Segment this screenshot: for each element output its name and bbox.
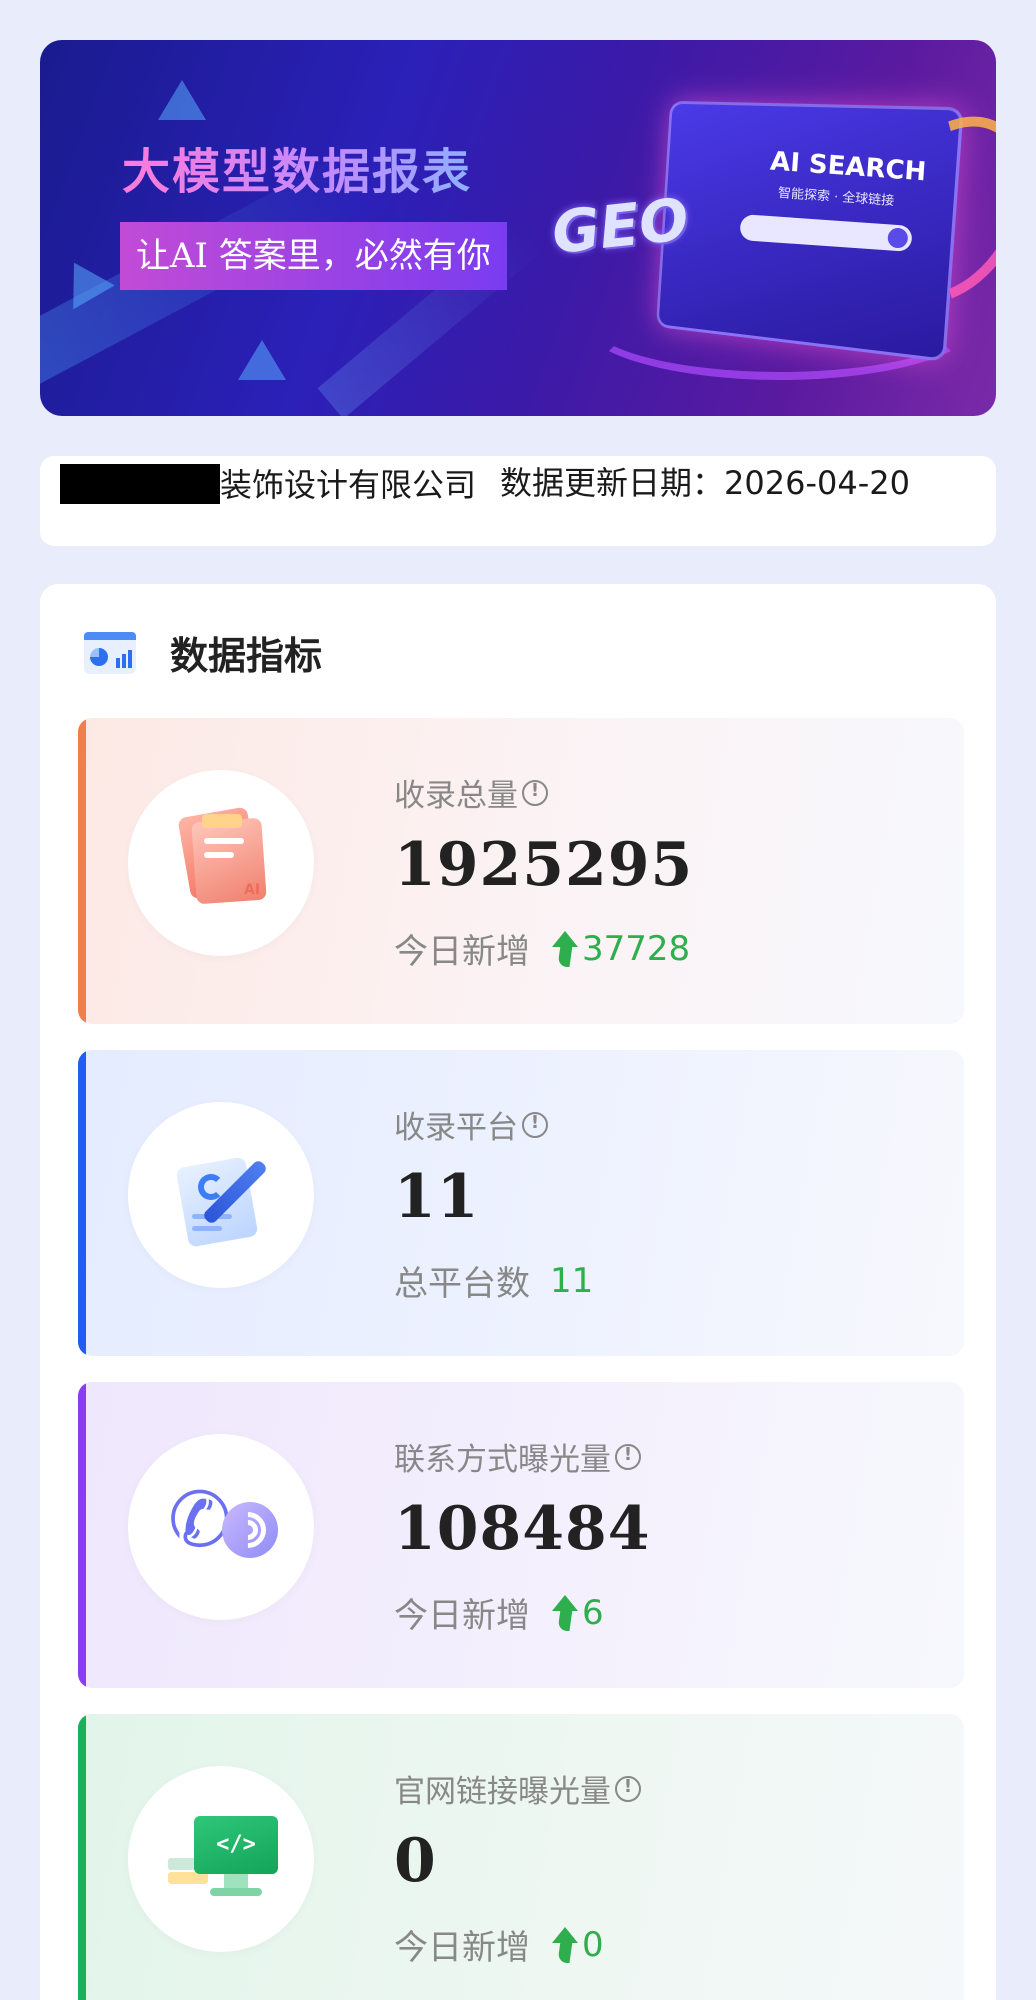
metric-label-text: 收录总量 — [394, 778, 518, 814]
info-icon[interactable] — [522, 1111, 548, 1138]
update-date-value: 2026-04-20 — [724, 464, 910, 502]
metric-value: 0 — [394, 1826, 437, 1896]
metric-label: 官网链接曝光量 — [394, 1766, 641, 1811]
metric-sub-value-text: 0 — [582, 1924, 604, 1965]
company-name-text: 装饰设计有限公司 — [220, 466, 477, 504]
banner-triangle — [238, 340, 286, 380]
metric-sub-value: 37728 — [550, 929, 690, 969]
metric-sub-label: 今日新增 — [394, 1928, 530, 1968]
accent-bar — [78, 1714, 86, 2000]
metric-sub-value-text: 37728 — [582, 928, 691, 969]
metric-sub: 今日新增 0 — [394, 1920, 604, 1969]
ai-document-icon: AI — [164, 806, 274, 912]
banner-triangle — [158, 80, 206, 120]
metric-indexed-total[interactable]: AI 收录总量 1925295 今日新增 37728 — [78, 718, 964, 1024]
metric-sub: 今日新增 6 — [394, 1588, 604, 1637]
metric-website-exposure[interactable]: </> 官网链接曝光量 0 今日新增 0 — [78, 1714, 964, 2000]
geo-badge: GEO — [548, 185, 692, 267]
metric-sub-value-text: 6 — [582, 1592, 604, 1633]
metric-indexed-platforms[interactable]: 收录平台 11 总平台数 11 — [78, 1050, 964, 1356]
hero-banner: AI SEARCH 智能探索 · 全球链接 GEO 大模型数据报表 让AI 答案… — [40, 40, 996, 416]
metrics-title: 数据指标 — [170, 633, 323, 678]
code-monitor-icon: </> — [164, 1816, 284, 1916]
metric-label: 收录平台 — [394, 1102, 548, 1147]
metric-sub-value: 11 — [550, 1261, 593, 1301]
accent-bar — [78, 1050, 86, 1356]
arrow-up-icon — [550, 1594, 580, 1631]
banner-title: 大模型数据报表 — [122, 132, 472, 202]
phone-icon: ✆ — [164, 1482, 284, 1582]
metric-label-text: 收录平台 — [394, 1110, 518, 1146]
metric-contact-exposure[interactable]: ✆ 联系方式曝光量 108484 今日新增 6 — [78, 1382, 964, 1688]
metric-label-text: 官网链接曝光量 — [394, 1774, 611, 1810]
metrics-header: 数据指标 — [82, 624, 322, 680]
metric-icon-circle: </> — [128, 1766, 314, 1952]
metrics-card: 数据指标 AI 收录总量 1925295 今日新增 37728 — [40, 584, 996, 2000]
update-date: 数据更新日期：2026-04-20 — [500, 464, 920, 502]
metric-sub-value: 0 — [550, 1925, 604, 1965]
metric-value: 11 — [394, 1162, 480, 1232]
accent-bar — [78, 1382, 86, 1688]
info-icon[interactable] — [615, 1443, 641, 1470]
metric-icon-circle: ✆ — [128, 1434, 314, 1620]
metric-label: 联系方式曝光量 — [394, 1434, 641, 1479]
metric-sub-value: 6 — [550, 1593, 604, 1633]
search-icon — [887, 227, 909, 249]
info-icon[interactable] — [522, 779, 548, 806]
company-info-card: 装饰设计有限公司 数据更新日期：2026-04-20 — [40, 456, 996, 546]
metric-value: 1925295 — [394, 830, 694, 900]
metric-label-text: 联系方式曝光量 — [394, 1442, 611, 1478]
metric-sub-label: 总平台数 — [394, 1264, 530, 1304]
metric-icon-circle — [128, 1102, 314, 1288]
company-name: 装饰设计有限公司 — [60, 464, 524, 504]
metric-value: 108484 — [394, 1494, 651, 1564]
chart-icon — [82, 628, 138, 676]
metric-label: 收录总量 — [394, 770, 548, 815]
metric-sub: 今日新增 37728 — [394, 924, 690, 973]
info-icon[interactable] — [615, 1775, 641, 1802]
metric-sub-value-text: 11 — [550, 1260, 594, 1301]
arrow-up-icon — [550, 930, 580, 967]
document-pen-icon — [168, 1142, 278, 1252]
metric-sub-label: 今日新增 — [394, 932, 530, 972]
metric-icon-circle: AI — [128, 770, 314, 956]
metric-sub: 总平台数 11 — [394, 1256, 593, 1305]
banner-subtitle: 让AI 答案里，必然有你 — [120, 222, 507, 290]
redaction-block — [60, 464, 220, 504]
accent-bar — [78, 718, 86, 1024]
arrow-up-icon — [550, 1926, 580, 1963]
update-date-label: 数据更新日期： — [500, 464, 725, 502]
metric-sub-label: 今日新增 — [394, 1596, 530, 1636]
